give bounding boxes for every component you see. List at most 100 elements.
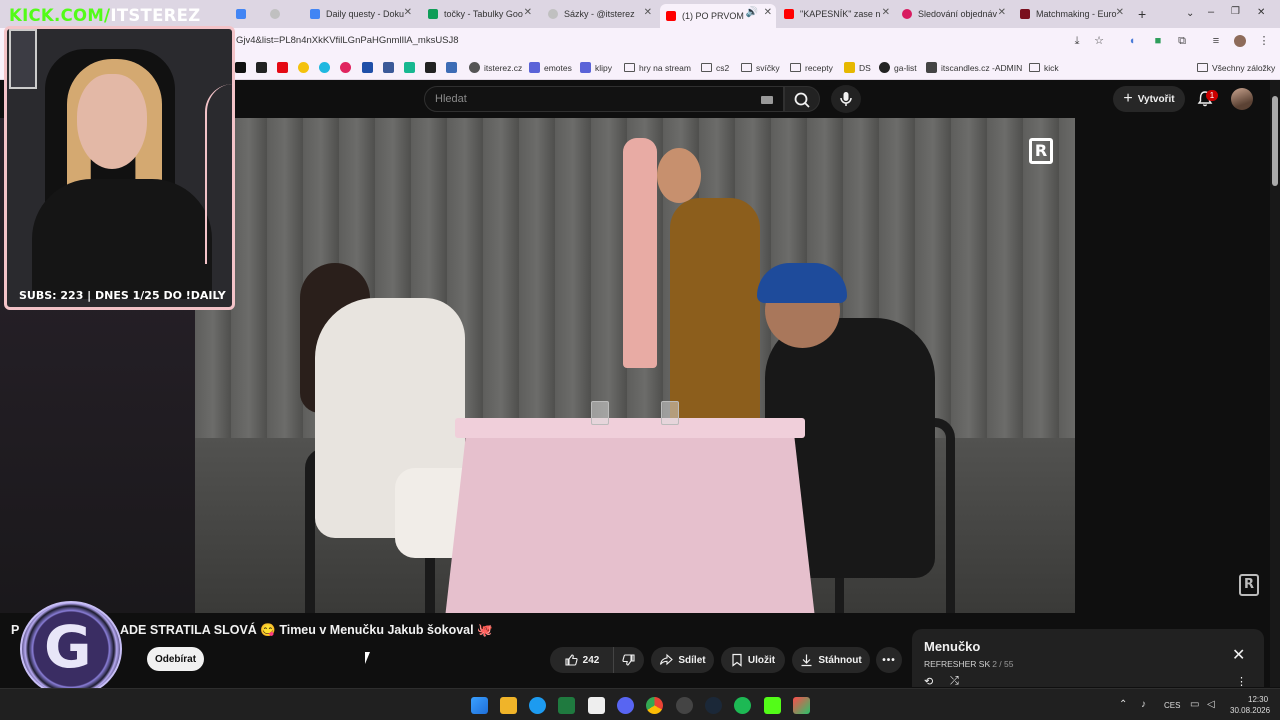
steam-icon[interactable] (705, 697, 722, 714)
close-icon[interactable]: ✕ (404, 7, 412, 18)
bookmark-ds[interactable]: DS (844, 61, 871, 74)
more-icon[interactable]: ⋮ (1236, 675, 1247, 688)
browser-tab[interactable]: Matchmaking - Euro ✕ (1016, 4, 1128, 24)
file-explorer-icon[interactable] (500, 697, 517, 714)
video-player[interactable]: R (195, 118, 1075, 613)
bookmark-ga-list[interactable]: ga-list (879, 61, 917, 74)
install-icon[interactable]: ⤓ (1071, 35, 1083, 47)
close-icon[interactable]: ✕ (524, 7, 532, 18)
excel-icon[interactable] (558, 697, 575, 714)
input-language[interactable]: CES (1164, 701, 1180, 710)
app-c-icon[interactable] (529, 697, 546, 714)
extension-icon[interactable]: ◖ (1126, 35, 1138, 47)
playlist-title[interactable]: Menučko (924, 639, 980, 654)
like-button[interactable]: 242 (550, 647, 614, 673)
bookmark-itsterez[interactable]: itsterez.cz (469, 61, 522, 74)
reading-list-icon[interactable]: ≡ (1210, 35, 1222, 47)
bookmark-itscandles[interactable]: itscandles.cz -ADMIN (926, 61, 1022, 74)
restore-button[interactable]: ❐ (1231, 6, 1240, 17)
bookmark-item[interactable] (298, 61, 313, 74)
folder-icon (790, 63, 801, 72)
more-actions-button[interactable]: ••• (876, 647, 902, 673)
minimize-button[interactable]: – (1208, 6, 1214, 18)
close-icon[interactable]: ✕ (764, 7, 772, 18)
browser-tab-active[interactable]: (1) PO PRVOM 🔊 ✕ (660, 4, 776, 28)
playlist-channel[interactable]: REFRESHER SK (924, 659, 990, 669)
bookmark-item[interactable] (340, 61, 355, 74)
close-icon[interactable]: ✕ (882, 7, 890, 18)
share-button[interactable]: Sdílet (651, 647, 714, 673)
search-button[interactable] (784, 86, 820, 112)
browser-tab[interactable] (270, 4, 300, 24)
bookmark-folder[interactable]: cs2 (701, 61, 729, 74)
browser-tab[interactable]: Sázky - @itsterez ✕ (544, 4, 656, 24)
globe-icon (469, 62, 480, 73)
bookmark-item[interactable] (256, 61, 271, 74)
chevron-up-icon[interactable]: ⌃ (1119, 699, 1127, 710)
network-icon[interactable]: ▭ (1190, 699, 1199, 710)
extension-icon[interactable]: ■ (1152, 35, 1164, 47)
bookmark-folder[interactable]: kick (1029, 61, 1059, 74)
close-icon[interactable]: ✕ (1232, 645, 1245, 665)
bookmark-item[interactable] (235, 61, 250, 74)
extensions-puzzle-icon[interactable]: ⧉ (1176, 35, 1188, 47)
browser-tab[interactable] (236, 4, 266, 24)
browser-tab[interactable]: Daily questy - Doku ✕ (306, 4, 416, 24)
game-icon[interactable] (588, 697, 605, 714)
scrollbar-thumb[interactable] (1272, 96, 1278, 186)
browser-tab[interactable]: točky - Tabulky Goo ✕ (424, 4, 536, 24)
tab-label: točky - Tabulky Goo (444, 9, 523, 19)
volume-icon[interactable]: ◁ (1207, 699, 1215, 710)
bookmark-star-icon[interactable]: ☆ (1093, 35, 1105, 47)
keyboard-icon[interactable] (761, 96, 773, 104)
url-field[interactable]: Gjv4&list=PL8n4nXkKVfilLGnPaHGnmlIlA_mks… (236, 35, 459, 46)
bookmark-item[interactable] (404, 61, 419, 74)
windows-start-icon[interactable] (471, 697, 488, 714)
like-count: 242 (582, 654, 600, 666)
microphone-icon[interactable]: ♪ (1141, 699, 1146, 710)
clock-time[interactable]: 12:30 (1248, 695, 1268, 704)
bookmark-item[interactable] (446, 61, 461, 74)
close-icon[interactable]: ✕ (998, 7, 1006, 18)
discord-icon[interactable] (617, 697, 634, 714)
bookmark-item[interactable] (383, 61, 398, 74)
shuffle-icon[interactable]: ⤮ (950, 675, 959, 688)
close-window-button[interactable]: ✕ (1257, 7, 1265, 18)
bookmark-folder[interactable]: recepty (790, 61, 833, 74)
bookmark-emotes[interactable]: emotes (529, 61, 572, 74)
all-bookmarks[interactable]: Všechny záložky (1197, 61, 1275, 74)
search-input[interactable]: Hledat (424, 86, 784, 112)
glass (661, 401, 679, 425)
dislike-button[interactable] (614, 647, 644, 673)
bookmark-item[interactable] (362, 61, 377, 74)
bookmark-item[interactable] (425, 61, 440, 74)
loop-icon[interactable]: ⟲ (924, 675, 933, 688)
subscribe-button[interactable]: Odebírat (147, 647, 204, 671)
clock-date[interactable]: 30.08.2026 (1230, 706, 1270, 715)
voice-search-button[interactable] (831, 85, 861, 113)
bookmark-folder[interactable]: hry na stream (624, 61, 691, 74)
tab-search-button[interactable]: ⌄ (1186, 8, 1194, 19)
spotify-icon[interactable] (734, 697, 751, 714)
new-tab-button[interactable]: + (1138, 6, 1146, 22)
kick-icon[interactable] (764, 697, 781, 714)
bookmark-item[interactable] (277, 61, 292, 74)
app-triangle-icon[interactable] (793, 697, 810, 714)
save-button[interactable]: Uložit (721, 647, 785, 673)
account-avatar[interactable] (1231, 88, 1253, 110)
obs-icon[interactable] (676, 697, 693, 714)
bookmark-klipy[interactable]: klipy (580, 61, 612, 74)
profile-avatar[interactable] (1234, 35, 1246, 47)
browser-tab[interactable]: Sledování objednáv ✕ (898, 4, 1010, 24)
speaker-icon[interactable]: 🔊 (746, 7, 758, 18)
close-icon[interactable]: ✕ (644, 7, 652, 18)
chrome-icon[interactable] (646, 697, 663, 714)
bookmark-item[interactable] (319, 61, 334, 74)
menu-icon[interactable]: ⋮ (1258, 35, 1270, 47)
download-button[interactable]: Stáhnout (792, 647, 870, 673)
bookmark-folder[interactable]: svíčky (741, 61, 780, 74)
browser-tab[interactable]: "KAPESNÍK" zase n ✕ (780, 4, 894, 24)
create-button[interactable]: + Vytvořit (1113, 86, 1185, 112)
channel-watermark[interactable]: R (1239, 574, 1259, 596)
close-icon[interactable]: ✕ (1116, 7, 1124, 18)
